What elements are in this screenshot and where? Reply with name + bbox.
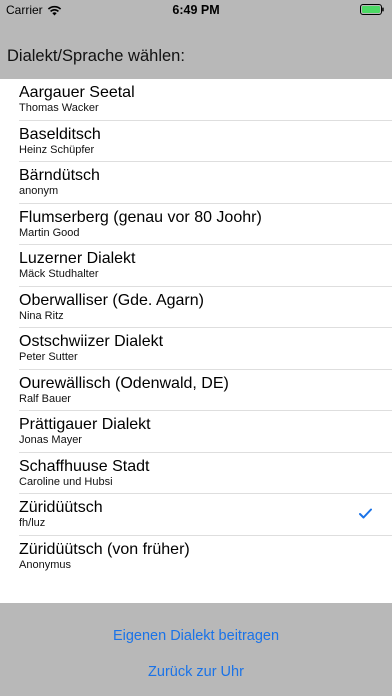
- dialect-name: Luzerner Dialekt: [19, 250, 136, 267]
- battery-icon: [360, 4, 384, 15]
- dialect-author: Heinz Schüpfer: [19, 143, 95, 156]
- dialect-row[interactable]: Schaffhuuse Stadt Caroline und Hubsi: [0, 453, 392, 495]
- dialect-author: Peter Sutter: [19, 351, 78, 363]
- dialect-name: Züridüütsch: [19, 499, 103, 516]
- dialect-author: fh/luz: [19, 517, 46, 529]
- dialect-name: Aargauer Seetal: [19, 84, 135, 101]
- dialect-author: Thomas Wacker: [19, 102, 99, 114]
- page-title: Dialekt/Sprache wählen:: [7, 47, 185, 65]
- dialect-row[interactable]: Ostschwiizer Dialekt Peter Sutter: [0, 328, 392, 370]
- dialect-author: Caroline und Hubsi: [19, 475, 113, 488]
- dialect-row[interactable]: Züridüütsch (von früher) Anonymus: [0, 536, 392, 578]
- header: Dialekt/Sprache wählen:: [0, 20, 392, 79]
- dialect-name: Baselditsch: [19, 125, 101, 143]
- dialect-name: Züridüütsch (von früher): [19, 540, 190, 558]
- dialect-row[interactable]: Baselditsch Heinz Schüpfer: [0, 121, 392, 163]
- dialect-row[interactable]: Züridüütsch fh/luz: [0, 494, 392, 536]
- clock: 6:49 PM: [172, 3, 220, 17]
- dialect-author: Nina Ritz: [19, 309, 64, 322]
- status-bar: Carrier 6:49 PM: [0, 0, 392, 20]
- dialect-name: Schaffhuuse Stadt: [19, 457, 150, 475]
- dialect-name: Ourewällisch (Odenwald, DE): [19, 374, 229, 392]
- dialect-row[interactable]: Oberwalliser (Gde. Agarn) Nina Ritz: [0, 287, 392, 329]
- dialect-author: Mäck Studhalter: [19, 268, 99, 280]
- dialect-row[interactable]: Flumserberg (genau vor 80 Joohr) Martin G…: [0, 204, 392, 246]
- dialect-name: Flumserberg (genau vor 80 Joohr): [19, 208, 262, 226]
- checkmark-icon: [359, 508, 372, 519]
- dialect-author: Ralf Bauer: [19, 392, 71, 405]
- back-to-clock-button[interactable]: Zurück zur Uhr: [0, 664, 392, 680]
- dialect-list: Aargauer Seetal Thomas Wacker Baselditsch H…: [0, 79, 392, 603]
- dialect-row[interactable]: Aargauer Seetal Thomas Wacker: [0, 79, 392, 121]
- dialect-author: anonym: [19, 185, 59, 197]
- dialect-row[interactable]: Luzerner Dialekt Mäck Studhalter: [0, 245, 392, 287]
- dialect-author: Anonymus: [19, 558, 71, 571]
- dialect-row[interactable]: Prättigauer Dialekt Jonas Mayer: [0, 411, 392, 453]
- dialect-row[interactable]: Ourewällisch (Odenwald, DE) Ralf Bauer: [0, 370, 392, 412]
- dialect-name: Ostschwiizer Dialekt: [19, 333, 164, 350]
- footer: Eigenen Dialekt beitragen Zurück zur Uhr: [0, 603, 392, 696]
- dialect-row[interactable]: Bärndütsch anonym: [0, 162, 392, 204]
- dialect-name: Bärndütsch: [19, 167, 100, 184]
- dialect-author: Martin Good: [19, 226, 80, 239]
- dialect-author: Jonas Mayer: [19, 434, 82, 446]
- dialect-name: Prättigauer Dialekt: [19, 416, 151, 433]
- contribute-dialect-button[interactable]: Eigenen Dialekt beitragen: [0, 628, 392, 644]
- dialect-name: Oberwalliser (Gde. Agarn): [19, 291, 204, 309]
